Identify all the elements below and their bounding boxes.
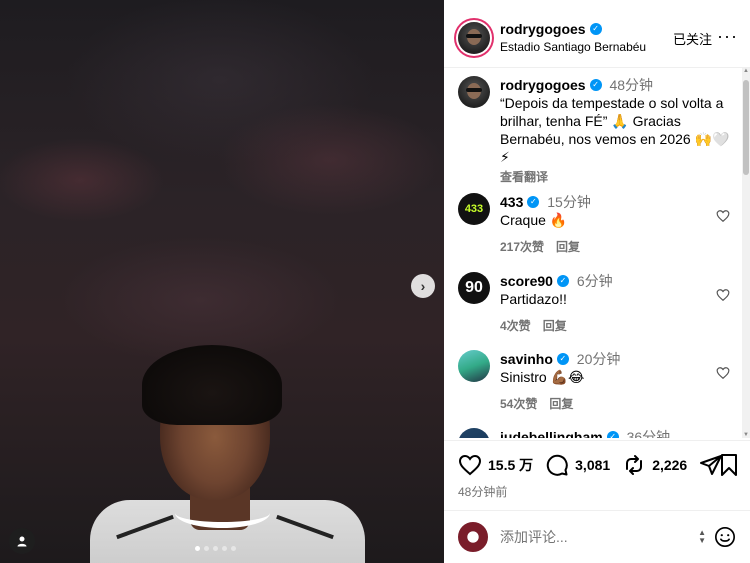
comment-avatar[interactable]	[458, 350, 490, 382]
scrollbar-thumb[interactable]	[743, 80, 749, 175]
comment-input[interactable]	[500, 529, 699, 545]
bookmark-icon	[721, 454, 737, 476]
author-avatar[interactable]	[458, 21, 490, 54]
user-icon	[17, 536, 27, 547]
comment-text: Craque 🔥	[500, 212, 568, 228]
verified-badge-icon: ✓	[589, 23, 602, 35]
verified-badge-icon: ✓	[556, 353, 569, 365]
comment-avatar[interactable]	[458, 428, 490, 438]
comment-username[interactable]: savinho	[500, 350, 553, 368]
heart-icon[interactable]	[716, 209, 730, 223]
post-photo[interactable]: ›	[0, 0, 444, 563]
reply-button[interactable]: 回复	[549, 395, 573, 413]
current-user-avatar[interactable]	[458, 522, 488, 552]
emoji-icon[interactable]	[714, 526, 736, 548]
carousel-dot	[222, 546, 227, 551]
comments-list[interactable]: rodrygogoes ✓ 48分钟 “Depois da tempestade…	[444, 68, 742, 438]
comment-avatar[interactable]: 433	[458, 193, 490, 225]
comment-button[interactable]: 3,081	[545, 453, 610, 477]
caption: rodrygogoes ✓ 48分钟 “Depois da tempestade…	[458, 76, 738, 186]
reply-button[interactable]: 回复	[543, 317, 567, 335]
tagged-users-button[interactable]	[9, 528, 35, 554]
comment-time: 36分钟	[626, 429, 671, 438]
comment-likes[interactable]: 217次赞	[500, 238, 544, 256]
verified-badge-icon: ✓	[527, 196, 540, 208]
comment-likes[interactable]: 54次赞	[500, 395, 537, 413]
comment-item: 90 score90 ✓ 6分钟 Partidazo!! 4次赞 回复	[458, 272, 738, 335]
posted-time[interactable]: 48分钟前	[458, 483, 507, 500]
chevron-right-icon: ›	[420, 278, 426, 294]
comments-scrollbar[interactable]: ▲ ▼	[742, 68, 750, 438]
following-button[interactable]: 已关注	[673, 29, 712, 48]
verified-badge-icon: ✓	[556, 275, 569, 287]
carousel-dot	[231, 546, 236, 551]
reply-button[interactable]: 回复	[556, 238, 580, 256]
comment-time: 15分钟	[547, 194, 591, 210]
carousel-dot	[213, 546, 218, 551]
comment-icon	[546, 454, 568, 476]
repost-button[interactable]: 2,226	[622, 453, 687, 477]
carousel-dot	[195, 546, 200, 551]
scroll-down-icon[interactable]: ▼	[743, 432, 749, 438]
comment-avatar[interactable]: 90	[458, 272, 490, 304]
player-hair	[142, 345, 282, 425]
shirt-collar	[175, 498, 270, 528]
comment-time: 6分钟	[576, 273, 613, 289]
post-details-panel: rodrygogoes ✓ Estadio Santiago Bernabéu …	[444, 0, 750, 563]
input-resize-stepper[interactable]: ▲ ▼	[698, 529, 706, 545]
comment-text: Partidazo!!	[500, 291, 567, 307]
caption-time: 48分钟	[609, 77, 654, 93]
scroll-up-icon[interactable]: ▲	[743, 68, 749, 74]
more-options-icon[interactable]: ···	[717, 26, 738, 47]
caption-username[interactable]: rodrygogoes	[500, 76, 586, 94]
post-actions: 15.5 万 3,081 2,226 48分钟前	[444, 440, 750, 499]
carousel-dot	[204, 546, 209, 551]
heart-icon[interactable]	[716, 366, 730, 380]
add-comment-bar: ▲▼	[444, 510, 750, 563]
post-location[interactable]: Estadio Santiago Bernabéu	[500, 40, 646, 54]
comment-username[interactable]: 433	[500, 193, 523, 211]
comment-count: 3,081	[575, 457, 611, 473]
heart-icon[interactable]	[716, 288, 730, 302]
author-username[interactable]: rodrygogoes	[500, 21, 586, 37]
repost-icon	[626, 455, 643, 475]
carousel-dots	[195, 546, 236, 551]
comment-item: judebellingham ✓ 36分钟	[458, 428, 738, 438]
comment-username[interactable]: score90	[500, 272, 553, 290]
comment-time: 20分钟	[576, 351, 621, 367]
save-button[interactable]	[718, 453, 740, 482]
translate-link[interactable]: 查看翻译	[500, 168, 738, 186]
heart-icon	[458, 454, 482, 476]
caption-text: “Depois da tempestade o sol volta a bril…	[500, 95, 730, 165]
like-count: 15.5 万	[488, 457, 534, 473]
caption-avatar[interactable]	[458, 76, 490, 108]
like-button[interactable]: 15.5 万	[458, 453, 533, 477]
post-header: rodrygogoes ✓ Estadio Santiago Bernabéu …	[444, 8, 750, 68]
comment-username[interactable]: judebellingham	[500, 428, 603, 438]
comment-text: Sinistro 💪🏾😂	[500, 369, 585, 385]
comment-item: 433 433 ✓ 15分钟 Craque 🔥 217次赞 回复	[458, 193, 738, 256]
comment-item: savinho ✓ 20分钟 Sinistro 💪🏾😂 54次赞 回复	[458, 350, 738, 413]
verified-badge-icon: ✓	[589, 79, 602, 91]
comment-likes[interactable]: 4次赞	[500, 317, 531, 335]
carousel-next-button[interactable]: ›	[411, 274, 435, 298]
repost-count: 2,226	[652, 457, 688, 473]
verified-badge-icon: ✓	[606, 431, 619, 438]
